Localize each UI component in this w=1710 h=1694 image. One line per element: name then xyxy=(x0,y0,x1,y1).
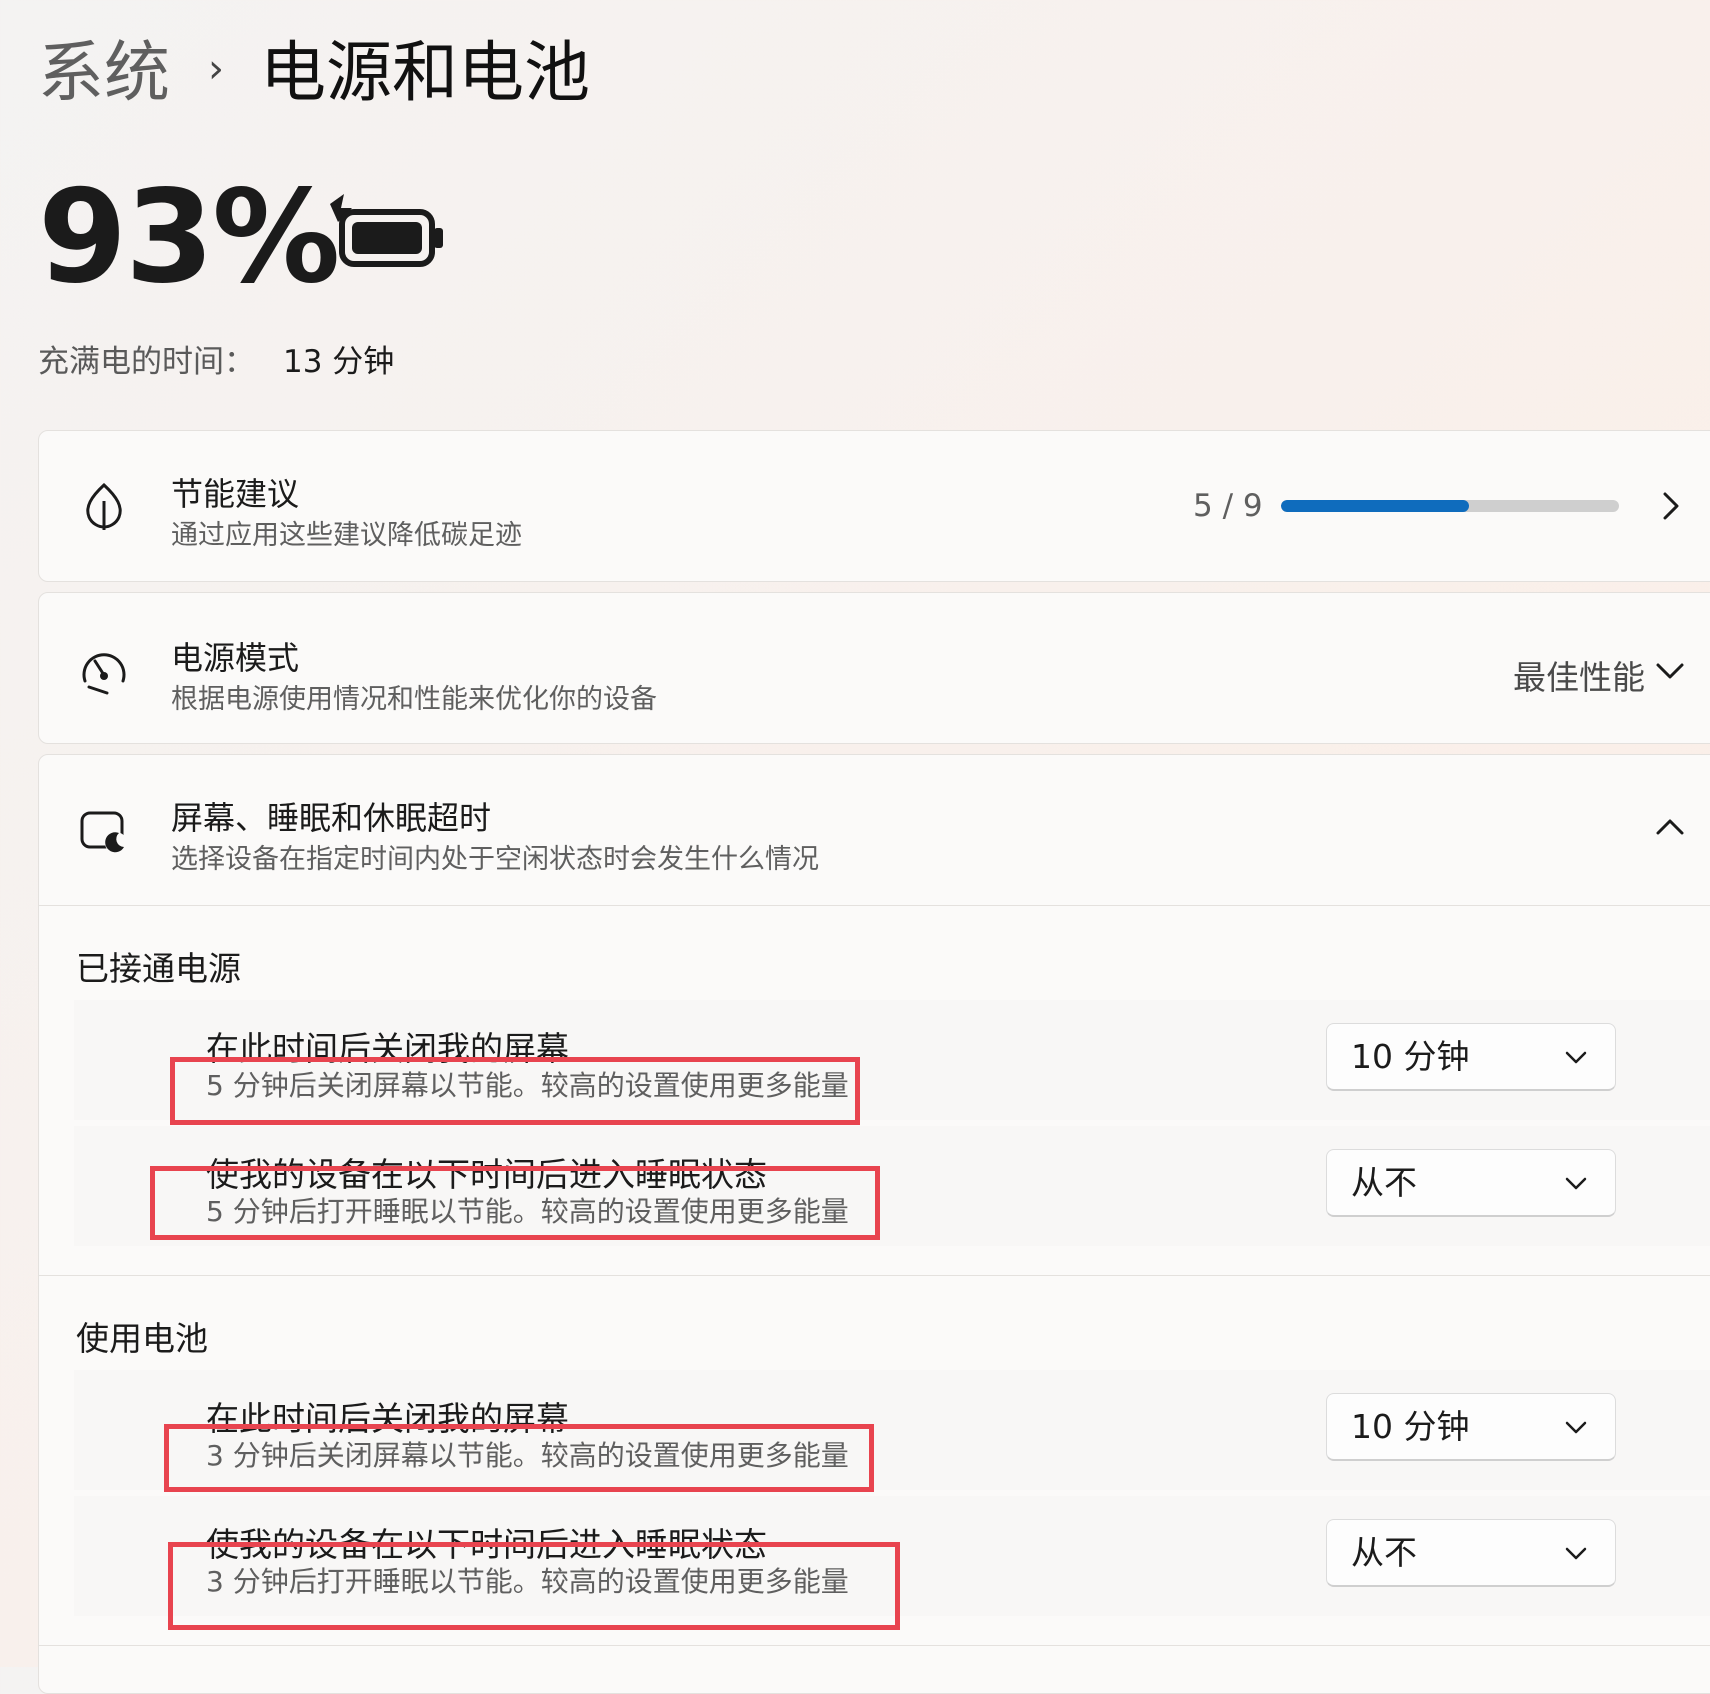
time-to-full-charge: 充满电的时间： 13 分钟 xyxy=(38,336,394,381)
section-divider xyxy=(38,905,1710,906)
section-divider xyxy=(38,1645,1710,1646)
breadcrumb-chevron-icon: › xyxy=(208,46,224,92)
time-to-full-value: 13 分钟 xyxy=(283,344,395,380)
section-divider xyxy=(38,1275,1710,1276)
plugged-sleep-value: 从不 xyxy=(1351,1163,1417,1202)
battery-sleep-dropdown[interactable]: 从不 xyxy=(1326,1519,1616,1587)
plugged-sleep-dropdown[interactable]: 从不 xyxy=(1326,1149,1616,1217)
chevron-down-icon xyxy=(1565,1547,1587,1560)
chevron-down-icon xyxy=(1565,1051,1587,1064)
plugged-in-label: 已接通电源 xyxy=(76,949,241,988)
battery-screen-off-dropdown[interactable]: 10 分钟 xyxy=(1326,1393,1616,1461)
energy-recommendations-card[interactable]: 节能建议 通过应用这些建议降低碳足迹 5 / 9 xyxy=(38,430,1710,582)
plugged-screen-off-dropdown[interactable]: 10 分钟 xyxy=(1326,1023,1616,1091)
chevron-right-icon xyxy=(1663,492,1679,520)
highlight-box xyxy=(164,1424,874,1492)
chevron-down-icon xyxy=(1565,1421,1587,1434)
plugged-screen-off-value: 10 分钟 xyxy=(1351,1037,1470,1076)
power-mode-subtitle: 根据电源使用情况和性能来优化你的设备 xyxy=(171,684,657,715)
time-to-full-label: 充满电的时间： xyxy=(38,344,255,380)
screen-sleep-icon xyxy=(80,811,127,854)
chevron-down-icon xyxy=(1565,1177,1587,1190)
breadcrumb: 系统 › 电源和电池 xyxy=(38,22,590,112)
screen-sleep-title: 屏幕、睡眠和休眠超时 xyxy=(171,799,492,837)
breadcrumb-system-link[interactable]: 系统 xyxy=(38,19,170,115)
power-mode-title: 电源模式 xyxy=(171,639,300,677)
energy-recommendations-title: 节能建议 xyxy=(171,475,300,513)
on-battery-label: 使用电池 xyxy=(76,1319,208,1358)
page-title: 电源和电池 xyxy=(260,34,590,111)
power-mode-value[interactable]: 最佳性能 xyxy=(1513,651,1645,699)
power-mode-card[interactable]: 电源模式 根据电源使用情况和性能来优化你的设备 最佳性能 xyxy=(38,592,1710,744)
battery-screen-off-value: 10 分钟 xyxy=(1351,1407,1470,1446)
highlight-box xyxy=(150,1166,880,1240)
speedometer-icon xyxy=(82,653,126,695)
screen-sleep-subtitle: 选择设备在指定时间内处于空闲状态时会发生什么情况 xyxy=(171,844,819,875)
recommendations-progress-fill xyxy=(1281,500,1469,512)
leaf-icon xyxy=(86,482,122,530)
highlight-box xyxy=(170,1057,860,1125)
battery-percentage: 93% xyxy=(38,163,340,312)
energy-recommendations-subtitle: 通过应用这些建议降低碳足迹 xyxy=(171,520,522,551)
recommendations-progress-text: 5 / 9 xyxy=(1193,488,1263,524)
chevron-up-icon[interactable] xyxy=(1653,811,1687,845)
battery-sleep-value: 从不 xyxy=(1351,1533,1417,1572)
highlight-box xyxy=(168,1542,900,1630)
battery-charging-icon xyxy=(330,194,443,267)
recommendations-progress-bar xyxy=(1281,500,1619,512)
chevron-down-icon[interactable] xyxy=(1653,653,1687,687)
